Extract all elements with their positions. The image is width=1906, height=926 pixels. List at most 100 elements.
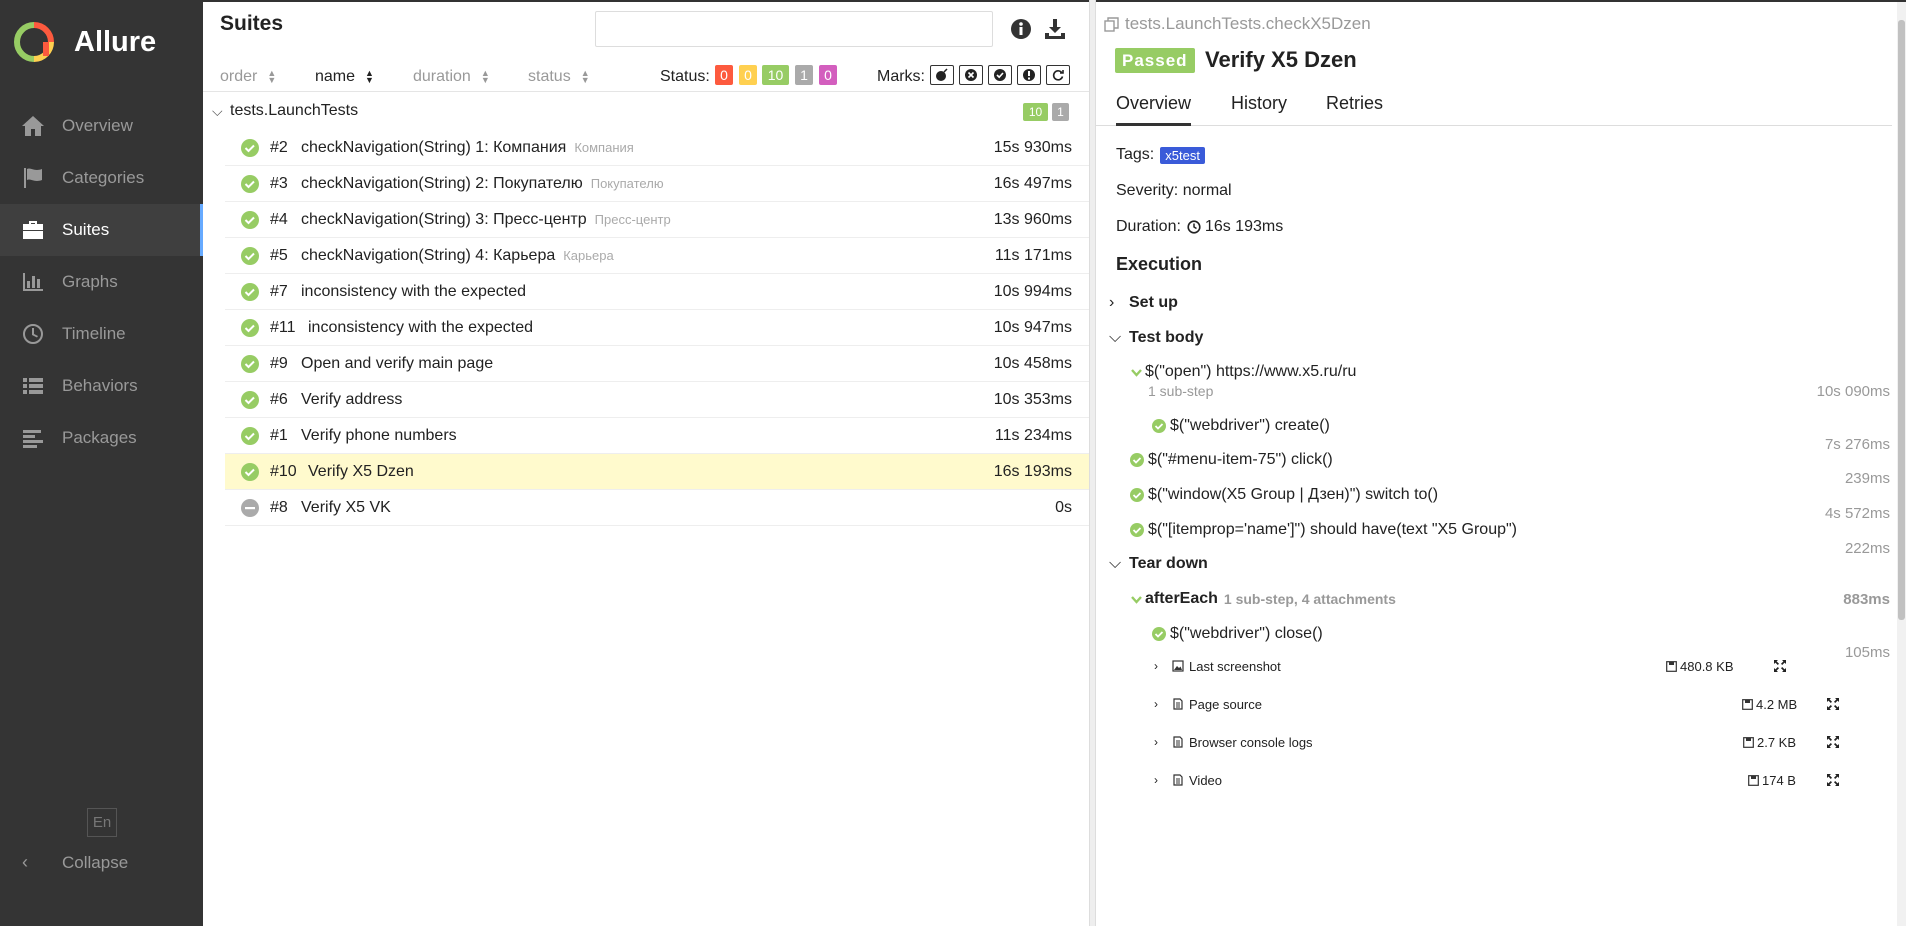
duration-row: Duration: 16s 193ms [1116, 218, 1283, 236]
step-text: $("open") https://www.x5.ru/ru [1145, 363, 1357, 380]
status-unknown-badge[interactable]: 0 [819, 65, 837, 85]
test-name: inconsistency with the expected [301, 283, 526, 301]
test-number: #3 [270, 175, 288, 192]
table-row[interactable]: #6 Verify address 10s 353ms [225, 382, 1089, 418]
mark-new-failed-icon[interactable] [959, 65, 983, 85]
text-file-icon [1173, 774, 1183, 786]
passed-status-icon [241, 211, 259, 229]
test-name: Verify X5 VK [301, 499, 391, 517]
setup-section[interactable]: › Set up [1109, 294, 1178, 312]
passed-status-icon [241, 463, 259, 481]
tags-row: Tags: x5test [1116, 146, 1205, 164]
test-name: Open and verify main page [301, 355, 493, 373]
sort-name[interactable]: name ▲ ▼ [315, 68, 374, 86]
attachment-row[interactable]: › Page source 4.2 MB [1154, 692, 1890, 716]
status-passed-badge[interactable]: 10 [762, 65, 789, 85]
suite-group-name: tests.LaunchTests [230, 102, 359, 119]
sidebar: Allure Overview Categories Suites Graphs… [0, 0, 203, 926]
sort-name-label: name [315, 68, 356, 85]
suite-group-header[interactable]: ⌵ tests.LaunchTests 10 1 [203, 94, 1089, 130]
panel-splitter[interactable] [1089, 0, 1096, 926]
expand-icon[interactable] [1826, 773, 1840, 787]
mark-new-passed-icon[interactable] [988, 65, 1012, 85]
tag-badge[interactable]: x5test [1160, 146, 1205, 164]
status-badge: Passed [1115, 48, 1195, 73]
status-broken-badge[interactable]: 0 [739, 65, 757, 85]
mark-retries-icon[interactable] [1046, 65, 1070, 85]
step-open[interactable]: $("open") https://www.x5.ru/ru [1130, 363, 1356, 381]
mark-flaky-icon[interactable] [930, 65, 954, 85]
search-input[interactable] [595, 11, 993, 47]
table-row[interactable]: #5 checkNavigation(String) 4: Карьера Кар… [225, 238, 1089, 274]
step-switch-window[interactable]: $("window(X5 Group | Дзен)") switch to() [1130, 486, 1438, 504]
sidebar-item-behaviors[interactable]: Behaviors [0, 360, 203, 412]
testbody-section[interactable]: ⌵ Test body [1109, 329, 1203, 347]
allure-logo[interactable]: Allure [14, 22, 156, 62]
passed-status-icon [1130, 523, 1144, 537]
test-duration: 10s 353ms [993, 391, 1072, 408]
passed-status-icon [241, 355, 259, 373]
mark-new-broken-icon[interactable] [1017, 65, 1041, 85]
sidebar-item-categories[interactable]: Categories [0, 152, 203, 204]
test-title: Verify X5 Dzen [1205, 47, 1357, 72]
table-row[interactable]: #2 checkNavigation(String) 1: Компания Ко… [225, 130, 1089, 166]
step-text: $("webdriver") close() [1170, 625, 1323, 642]
table-row[interactable]: #7 inconsistency with the expected 10s 9… [225, 274, 1089, 310]
sort-duration[interactable]: duration ▲ ▼ [413, 68, 490, 86]
step-should-have[interactable]: $("[itemprop='name']") should have(text … [1130, 521, 1517, 539]
clock-icon [20, 323, 46, 345]
download-icon[interactable] [1043, 17, 1067, 41]
table-row[interactable]: #8 Verify X5 VK 0s [225, 490, 1089, 526]
status-failed-badge[interactable]: 0 [715, 65, 733, 85]
scrollbar-thumb[interactable] [1898, 20, 1905, 620]
test-duration: 10s 994ms [993, 283, 1072, 300]
tab-history[interactable]: History [1231, 93, 1287, 126]
sidebar-item-timeline[interactable]: Timeline [0, 308, 203, 360]
step-text: $("window(X5 Group | Дзен)") switch to() [1148, 486, 1439, 503]
tab-retries[interactable]: Retries [1326, 93, 1383, 126]
tab-overview[interactable]: Overview [1116, 93, 1192, 126]
sidebar-item-graphs[interactable]: Graphs [0, 256, 203, 308]
attachment-row[interactable]: › Browser console logs 2.7 KB [1154, 730, 1890, 754]
scrollbar[interactable] [1897, 2, 1906, 926]
sidebar-item-label: Graphs [62, 272, 118, 291]
step-webdriver-close[interactable]: $("webdriver") close() [1152, 625, 1323, 643]
step-webdriver-create[interactable]: $("webdriver") create() [1152, 417, 1330, 435]
info-icon[interactable] [1009, 17, 1033, 41]
table-row[interactable]: #3 checkNavigation(String) 2: Покупателю… [225, 166, 1089, 202]
expand-icon[interactable] [1826, 697, 1840, 711]
sort-status[interactable]: status ▲ ▼ [528, 68, 590, 86]
table-row[interactable]: #1 Verify phone numbers 11s 234ms [225, 418, 1089, 454]
attachment-row[interactable]: › Last screenshot 480.8 KB [1154, 654, 1890, 678]
attachment-name: Last screenshot [1189, 658, 1281, 674]
test-name-text: checkNavigation(String) 2: Покупателю [301, 175, 583, 192]
teardown-label: Tear down [1129, 555, 1208, 572]
collapse-button[interactable]: ‹ Collapse [22, 852, 128, 873]
teardown-section[interactable]: ⌵ Tear down [1109, 555, 1208, 573]
home-icon [20, 115, 46, 137]
language-button[interactable]: En [87, 808, 117, 837]
table-row[interactable]: #4 checkNavigation(String) 3: Пресс-цент… [225, 202, 1089, 238]
status-skipped-badge[interactable]: 1 [795, 65, 813, 85]
sidebar-item-packages[interactable]: Packages [0, 412, 203, 464]
sidebar-item-overview[interactable]: Overview [0, 100, 203, 152]
save-icon [1666, 661, 1677, 672]
copy-icon[interactable] [1104, 16, 1119, 32]
step-after-each[interactable]: afterEach 1 sub-step, 4 attachments [1130, 590, 1396, 608]
step-duration: 10s 090ms [1816, 383, 1890, 400]
marks-filter-label: Marks: [877, 68, 925, 85]
expand-icon[interactable] [1826, 735, 1840, 749]
test-name-text: Verify X5 Dzen [308, 463, 414, 480]
table-row[interactable]: #9 Open and verify main page 10s 458ms [225, 346, 1089, 382]
table-row-selected[interactable]: #10 Verify X5 Dzen 16s 193ms [225, 454, 1089, 490]
attachment-row[interactable]: › Video 174 B [1154, 768, 1890, 792]
sort-order[interactable]: order ▲ ▼ [220, 68, 276, 86]
step-menu-click[interactable]: $("#menu-item-75") click() [1130, 451, 1333, 469]
table-row[interactable]: #11 inconsistency with the expected 10s … [225, 310, 1089, 346]
attachment-size: 480.8 KB [1666, 659, 1734, 674]
passed-status-icon [241, 175, 259, 193]
flag-icon [20, 167, 46, 189]
align-left-icon [20, 427, 46, 449]
expand-icon[interactable] [1773, 659, 1787, 673]
sidebar-item-suites[interactable]: Suites [0, 204, 203, 256]
